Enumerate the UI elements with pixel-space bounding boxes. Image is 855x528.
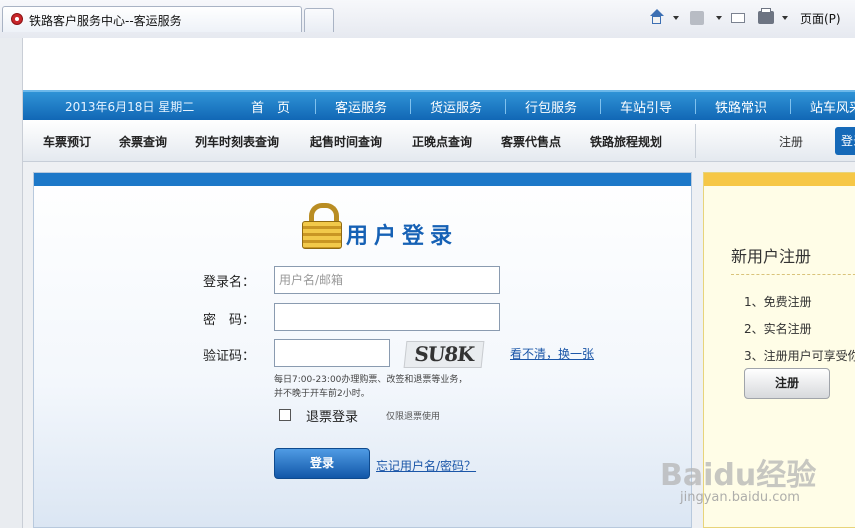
register-step: 1、免费注册 (744, 295, 812, 309)
nav-item-home[interactable]: 首 页 (251, 97, 290, 116)
service-hours-note: 每日7:00-23:00办理购票、改签和退票等业务，并不晚于开车前2小时。 (274, 375, 468, 399)
sub-nav: 车票预订 余票查询 列车时刻表查询 起售时间查询 正晚点查询 客票代售点 铁路旅… (23, 120, 855, 162)
divider (695, 124, 696, 158)
lock-icon (302, 203, 342, 249)
register-title: 新用户注册 (731, 247, 812, 266)
panel-header-bar (34, 173, 691, 186)
refund-only-note: 仅限退票使用 (386, 412, 441, 422)
nav-item-station-style[interactable]: 站车风采 (810, 97, 855, 116)
password-input[interactable] (274, 303, 500, 331)
refresh-captcha-link[interactable]: 看不清，换一张 (510, 345, 594, 362)
page-header-area (23, 38, 855, 90)
nav-separator (505, 99, 506, 114)
register-step: 3、注册用户可享受你 (744, 349, 855, 363)
main-nav: 2013年6月18日 星期二 首 页 客运服务 货运服务 行包服务 车站引导 铁… (23, 90, 855, 120)
subnav-trip-planning[interactable]: 铁路旅程规划 (590, 133, 662, 150)
baidu-watermark-logo: Baidu经验 (660, 458, 817, 493)
chevron-down-icon[interactable] (673, 16, 679, 20)
subnav-agency-points[interactable]: 客票代售点 (501, 133, 561, 150)
page-menu[interactable]: 页面(P) (800, 10, 841, 27)
print-icon[interactable] (758, 8, 774, 24)
captcha-input[interactable] (274, 339, 390, 367)
browser-tab[interactable]: 铁路客户服务中心--客运服务 (2, 6, 302, 32)
nav-date: 2013年6月18日 星期二 (65, 100, 195, 114)
nav-separator (695, 99, 696, 114)
browser-toolbar: 铁路客户服务中心--客运服务 页面(P) (0, 0, 855, 39)
chevron-down-icon[interactable] (716, 16, 722, 20)
refund-login-label: 退票登录 (306, 410, 359, 425)
register-step: 2、实名注册 (744, 322, 812, 336)
login-tab[interactable]: 登录 (835, 127, 855, 155)
nav-item-station-guide[interactable]: 车站引导 (620, 97, 672, 116)
nav-separator (315, 99, 316, 114)
home-icon[interactable] (648, 9, 664, 27)
new-tab-button[interactable] (304, 8, 334, 32)
username-label: 登录名： (203, 275, 256, 290)
refund-login-checkbox[interactable] (279, 409, 291, 421)
register-link[interactable]: 注册 (779, 133, 803, 150)
captcha-image[interactable]: SU8K (403, 341, 485, 368)
login-button[interactable]: 登录 (274, 448, 370, 479)
feed-icon[interactable] (690, 11, 704, 25)
forgot-password-link[interactable]: 忘记用户名/密码？ (376, 457, 476, 474)
railway-logo-icon (11, 13, 23, 25)
nav-separator (790, 99, 791, 114)
divider (731, 274, 855, 275)
mail-icon[interactable] (731, 13, 745, 23)
nav-separator (410, 99, 411, 114)
left-scroll-margin (0, 38, 23, 528)
username-input[interactable] (274, 266, 500, 294)
password-label: 密 码： (203, 313, 256, 328)
nav-item-passenger[interactable]: 客运服务 (335, 97, 387, 116)
subnav-ticket-booking[interactable]: 车票预订 (43, 133, 91, 150)
captcha-label: 验证码： (203, 349, 256, 364)
chevron-down-icon[interactable] (782, 16, 788, 20)
nav-separator (600, 99, 601, 114)
baidu-watermark-url: jingyan.baidu.com (680, 490, 800, 505)
nav-item-railway-knowledge[interactable]: 铁路常识 (715, 97, 767, 116)
register-header-bar (704, 173, 855, 186)
subnav-sale-time[interactable]: 起售时间查询 (310, 133, 382, 150)
login-title: 用户登录 (346, 224, 459, 249)
nav-item-freight[interactable]: 货运服务 (430, 97, 482, 116)
subnav-delay-query[interactable]: 正晚点查询 (412, 133, 472, 150)
subnav-timetable[interactable]: 列车时刻表查询 (195, 133, 279, 150)
nav-item-luggage[interactable]: 行包服务 (525, 97, 577, 116)
register-button[interactable]: 注册 (744, 368, 830, 399)
subnav-remaining-tickets[interactable]: 余票查询 (119, 133, 167, 150)
login-panel: 用户登录 登录名： 密 码： 验证码： SU8K 看不清，换一张 每日7:00-… (33, 172, 692, 528)
tab-title: 铁路客户服务中心--客运服务 (29, 14, 182, 28)
